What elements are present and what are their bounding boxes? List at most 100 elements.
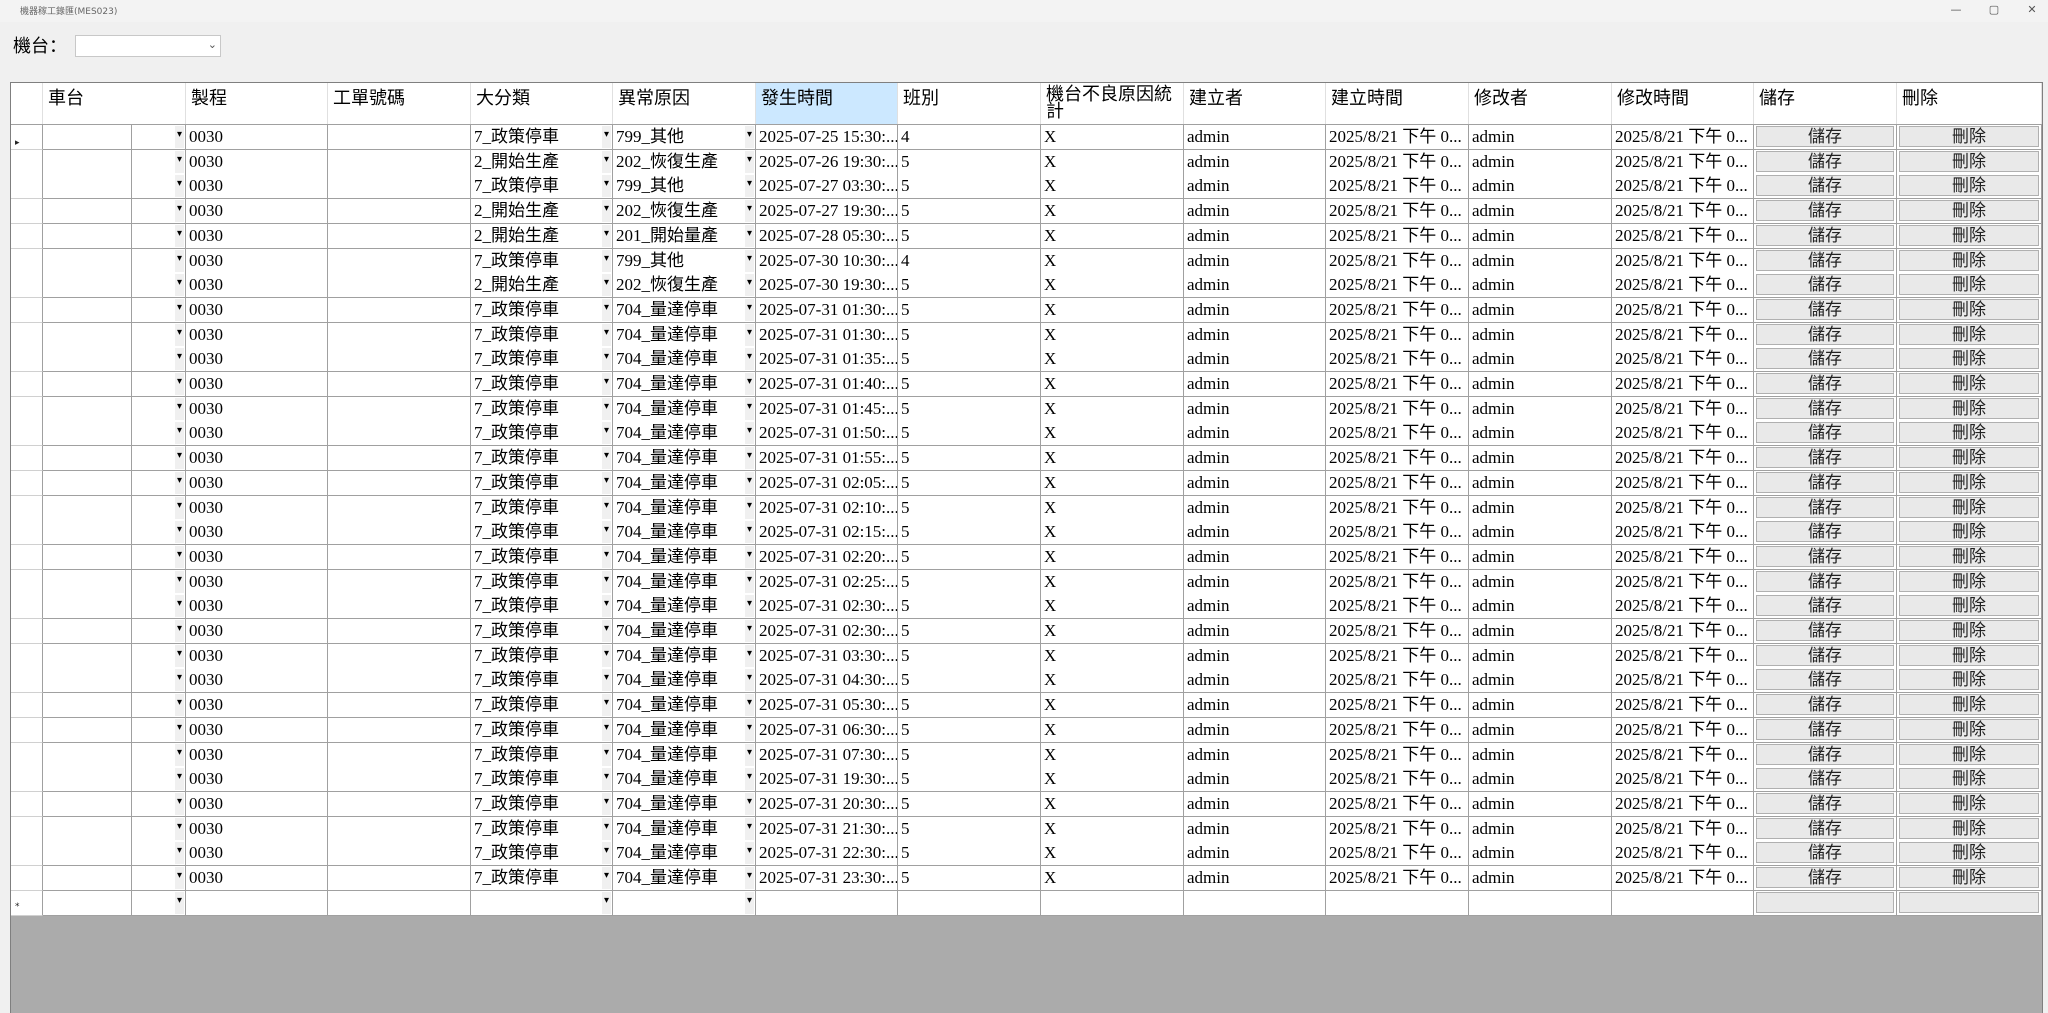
cell-reason[interactable]: 704_量達停車 ▾ xyxy=(613,767,756,793)
cell-defect-stat[interactable]: X xyxy=(1041,791,1184,817)
table-row[interactable]: ▾ 0030 7_政策停車 ▾ 704_量達停車 ▾ 2025-07-31 02:25:..… xyxy=(11,569,2042,595)
cell-machine[interactable]: ▾ xyxy=(43,297,186,323)
cell-delete[interactable]: 刪除 xyxy=(1897,248,2042,274)
cell-created-time[interactable]: 2025/8/21 下午 0... xyxy=(1326,223,1469,249)
cell-defect-stat[interactable]: X xyxy=(1041,717,1184,743)
cell-defect-stat[interactable]: X xyxy=(1041,767,1184,793)
dropdown-arrow-icon[interactable]: ▾ xyxy=(175,471,184,494)
cell-defect-stat[interactable]: X xyxy=(1041,520,1184,546)
row-header[interactable] xyxy=(11,372,43,397)
cell-category[interactable]: 7_政策停車 ▾ xyxy=(471,446,613,472)
save-button[interactable]: 儲存 xyxy=(1756,718,1894,740)
save-button[interactable]: 儲存 xyxy=(1756,447,1894,469)
dropdown-arrow-icon[interactable]: ▾ xyxy=(745,224,754,247)
delete-button[interactable]: 刪除 xyxy=(1899,867,2039,888)
dropdown-arrow-icon[interactable]: ▾ xyxy=(745,792,754,815)
dropdown-arrow-icon[interactable]: ▾ xyxy=(602,200,611,223)
cell-reason[interactable]: 704_量達停車 ▾ xyxy=(613,446,756,472)
column-header-work-order[interactable]: 工單號碼 xyxy=(328,83,471,124)
cell-modified-time[interactable]: 2025/8/21 下午 0... xyxy=(1612,322,1754,348)
cell-process[interactable]: 0030 xyxy=(186,322,328,348)
cell-occur-time[interactable]: 2025-07-30 10:30:... xyxy=(756,248,898,274)
dropdown-arrow-icon[interactable]: ▾ xyxy=(602,842,611,865)
cell-work-order[interactable] xyxy=(328,569,471,595)
cell-reason[interactable]: ▾ xyxy=(613,890,756,916)
cell-modifier[interactable]: admin xyxy=(1469,495,1612,521)
cell-category[interactable]: 7_政策停車 ▾ xyxy=(471,866,613,891)
dropdown-arrow-icon[interactable]: ▾ xyxy=(745,249,754,272)
cell-modified-time[interactable]: 2025/8/21 下午 0... xyxy=(1612,791,1754,817)
cell-delete[interactable]: 刪除 xyxy=(1897,643,2042,669)
cell-occur-time[interactable] xyxy=(756,890,898,916)
cell-occur-time[interactable]: 2025-07-31 06:30:... xyxy=(756,717,898,743)
cell-work-order[interactable] xyxy=(328,223,471,249)
dropdown-arrow-icon[interactable]: ▾ xyxy=(602,743,611,766)
cell-delete[interactable]: 刪除 xyxy=(1897,322,2042,348)
delete-button[interactable]: 刪除 xyxy=(1899,521,2039,543)
dropdown-arrow-icon[interactable]: ▾ xyxy=(745,348,754,371)
machine-select[interactable]: ⌄ xyxy=(75,35,221,57)
cell-save[interactable]: 儲存 xyxy=(1754,717,1897,743)
cell-work-order[interactable] xyxy=(328,668,471,694)
cell-delete[interactable]: 刪除 xyxy=(1897,297,2042,323)
dropdown-arrow-icon[interactable]: ▾ xyxy=(745,373,754,395)
cell-reason[interactable]: 704_量達停車 ▾ xyxy=(613,520,756,546)
cell-machine[interactable]: ▾ xyxy=(43,446,186,472)
delete-button[interactable]: 刪除 xyxy=(1899,669,2039,691)
dropdown-arrow-icon[interactable]: ▾ xyxy=(602,150,611,173)
cell-category[interactable]: 7_政策停車 ▾ xyxy=(471,841,613,867)
cell-creator[interactable]: admin xyxy=(1184,223,1326,249)
cell-creator[interactable]: admin xyxy=(1184,643,1326,669)
cell-process[interactable]: 0030 xyxy=(186,273,328,299)
new-row-header[interactable]: * xyxy=(11,890,43,916)
delete-button[interactable]: 刪除 xyxy=(1899,644,2039,666)
cell-created-time[interactable]: 2025/8/21 下午 0... xyxy=(1326,717,1469,743)
row-header[interactable] xyxy=(11,495,43,521)
delete-button[interactable]: 刪除 xyxy=(1899,768,2039,790)
cell-process[interactable]: 0030 xyxy=(186,791,328,817)
cell-modifier[interactable]: admin xyxy=(1469,248,1612,274)
cell-creator[interactable] xyxy=(1184,890,1326,916)
row-header[interactable] xyxy=(11,693,43,719)
cell-machine[interactable]: ▾ xyxy=(43,273,186,299)
table-row[interactable]: ▾ 0030 7_政策停車 ▾ 704_量達停車 ▾ 2025-07-31 23:30:..… xyxy=(11,866,2042,891)
cell-reason[interactable]: 704_量達停車 ▾ xyxy=(613,322,756,348)
chevron-down-icon[interactable]: ⌄ xyxy=(208,38,217,51)
table-row[interactable]: ▾ 0030 7_政策停車 ▾ 704_量達停車 ▾ 2025-07-31 02:10:..… xyxy=(11,495,2042,521)
cell-occur-time[interactable]: 2025-07-31 07:30:... xyxy=(756,742,898,768)
dropdown-arrow-icon[interactable]: ▾ xyxy=(602,175,611,198)
cell-creator[interactable]: admin xyxy=(1184,866,1326,891)
cell-category[interactable]: 7_政策停車 ▾ xyxy=(471,668,613,694)
cell-defect-stat[interactable]: X xyxy=(1041,223,1184,249)
dropdown-arrow-icon[interactable]: ▾ xyxy=(602,471,611,494)
cell-occur-time[interactable]: 2025-07-31 01:40:... xyxy=(756,372,898,397)
dropdown-arrow-icon[interactable]: ▾ xyxy=(745,743,754,766)
cell-category[interactable]: 7_政策停車 ▾ xyxy=(471,470,613,496)
cell-occur-time[interactable]: 2025-07-31 01:45:... xyxy=(756,396,898,422)
cell-category[interactable]: 7_政策停車 ▾ xyxy=(471,495,613,521)
cell-reason[interactable]: 704_量達停車 ▾ xyxy=(613,372,756,397)
cell-delete[interactable]: 刪除 xyxy=(1897,816,2042,842)
table-row[interactable]: ▾ 0030 7_政策停車 ▾ 704_量達停車 ▾ 2025-07-31 07:30:..… xyxy=(11,742,2042,768)
dropdown-arrow-icon[interactable]: ▾ xyxy=(745,570,754,593)
cell-category[interactable]: ▾ xyxy=(471,890,613,916)
dropdown-arrow-icon[interactable]: ▾ xyxy=(175,200,184,223)
dropdown-arrow-icon[interactable]: ▾ xyxy=(602,521,611,544)
cell-created-time[interactable]: 2025/8/21 下午 0... xyxy=(1326,149,1469,175)
dropdown-arrow-icon[interactable]: ▾ xyxy=(602,694,611,717)
cell-machine[interactable]: ▾ xyxy=(43,322,186,348)
cell-modifier[interactable]: admin xyxy=(1469,372,1612,397)
cell-work-order[interactable] xyxy=(328,742,471,768)
dropdown-arrow-icon[interactable]: ▾ xyxy=(745,545,754,568)
cell-delete[interactable]: 刪除 xyxy=(1897,668,2042,694)
cell-save[interactable]: 儲存 xyxy=(1754,767,1897,793)
cell-process[interactable]: 0030 xyxy=(186,816,328,842)
dropdown-arrow-icon[interactable]: ▾ xyxy=(175,150,184,173)
cell-save[interactable]: 儲存 xyxy=(1754,841,1897,867)
cell-save[interactable]: 儲存 xyxy=(1754,619,1897,644)
dropdown-arrow-icon[interactable]: ▾ xyxy=(602,570,611,593)
save-button[interactable]: 儲存 xyxy=(1756,743,1894,765)
cell-created-time[interactable]: 2025/8/21 下午 0... xyxy=(1326,470,1469,496)
cell-delete[interactable]: 刪除 xyxy=(1897,372,2042,397)
dropdown-arrow-icon[interactable]: ▾ xyxy=(745,200,754,223)
